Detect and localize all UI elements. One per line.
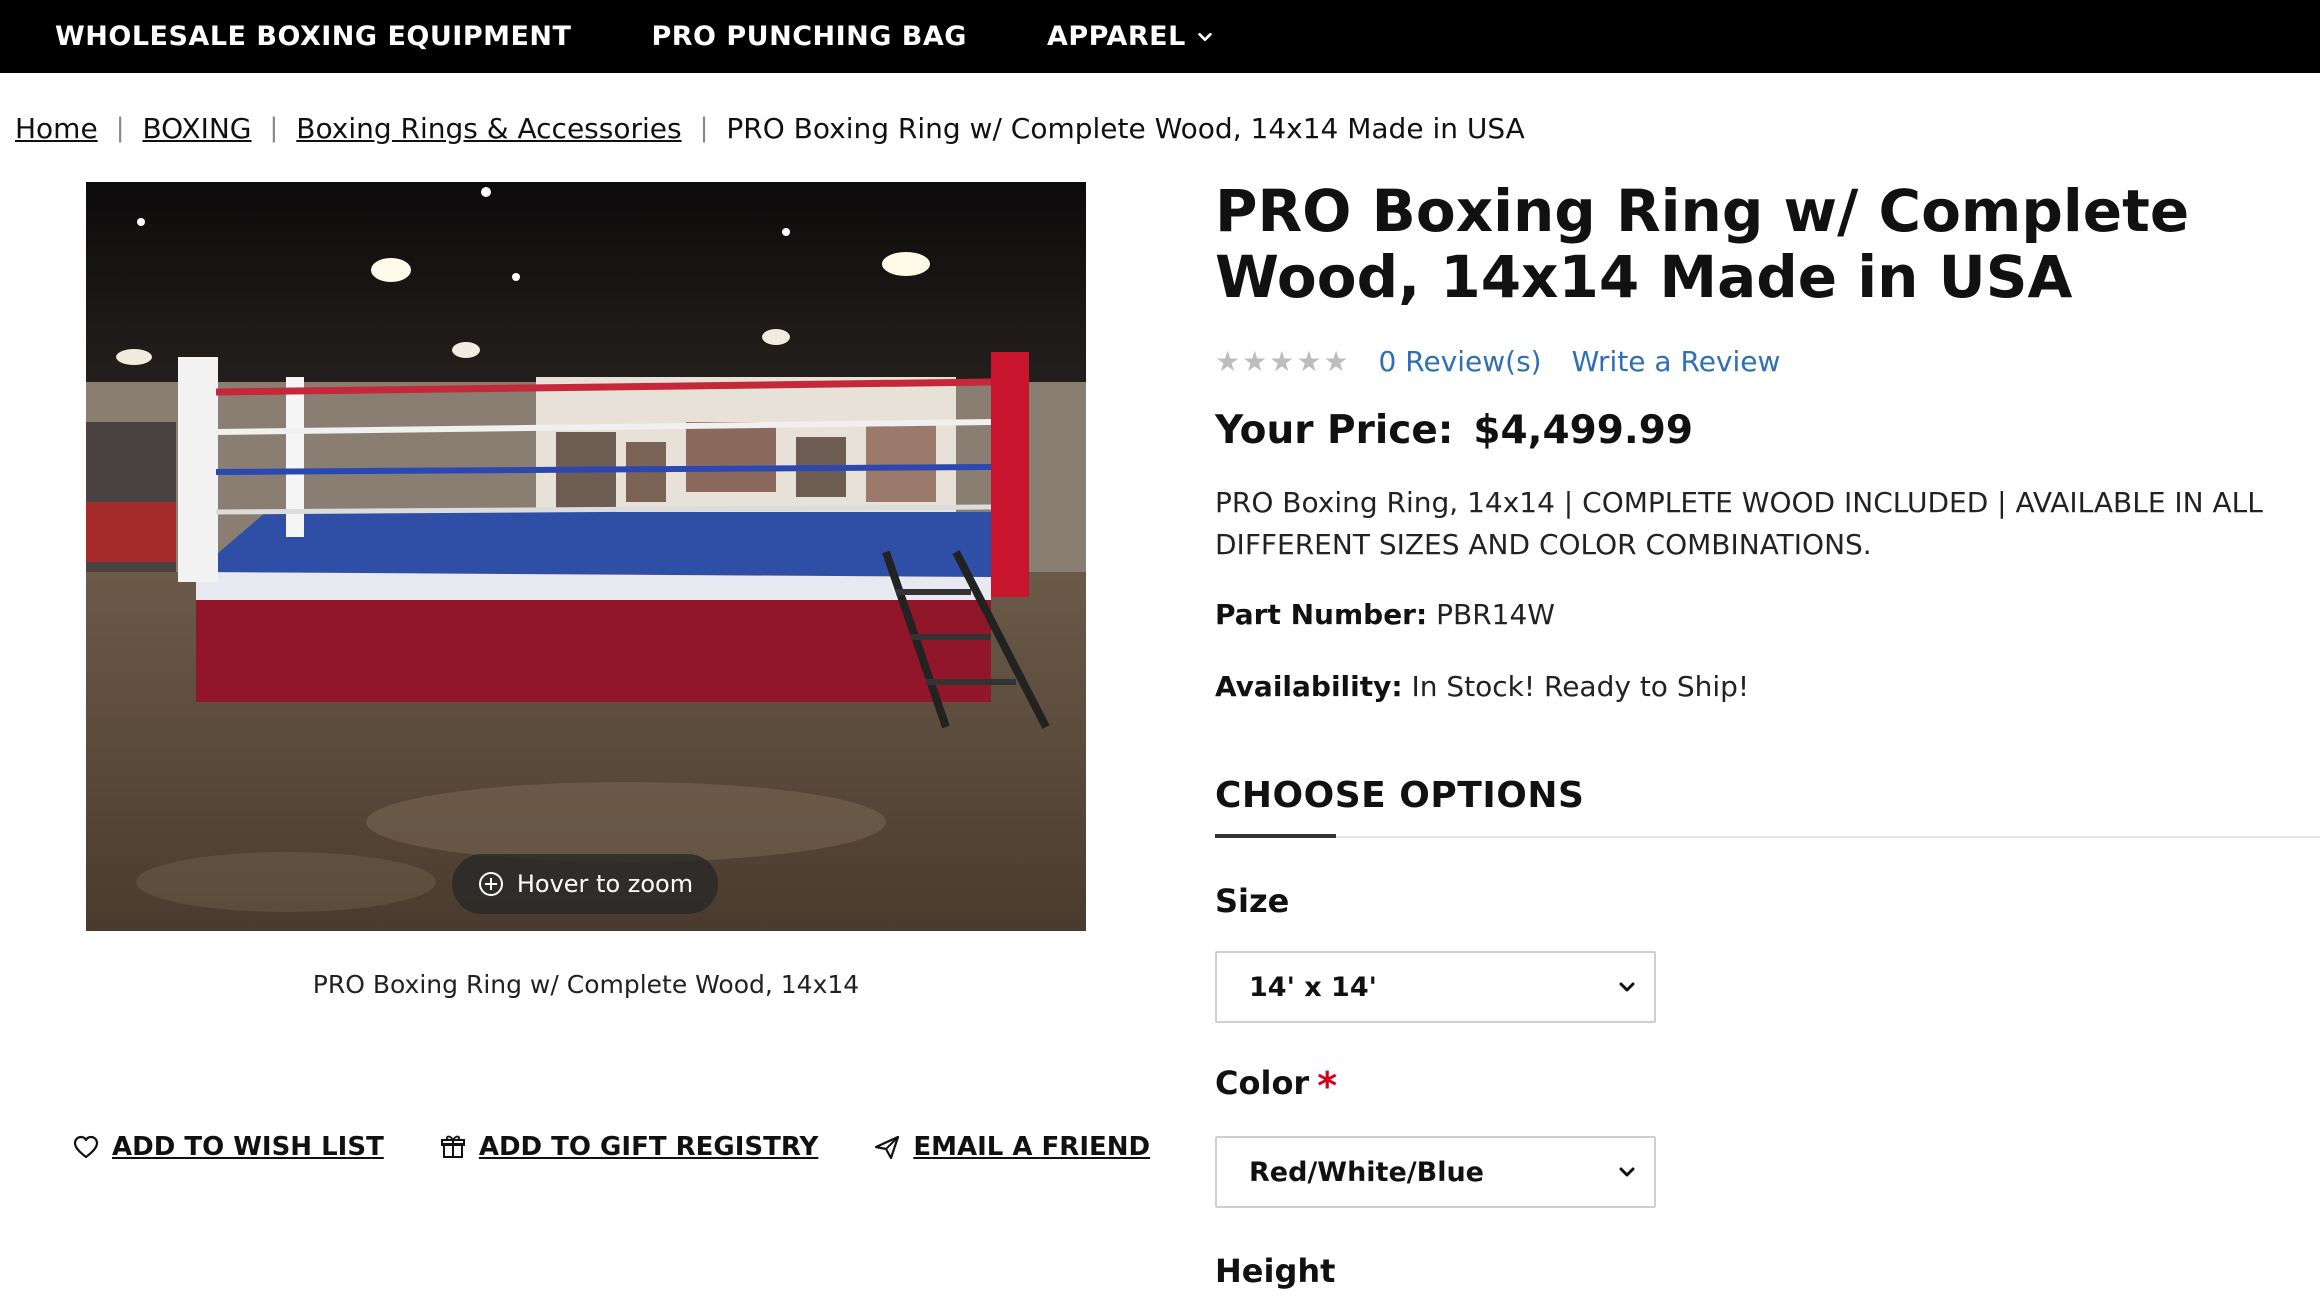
star-icon: ★ [1296,344,1322,378]
color-select-value: Red/White/Blue [1249,1156,1484,1188]
breadcrumb-separator: | [699,113,709,143]
product-image[interactable] [86,182,1086,931]
availability-label: Availability: [1215,670,1403,703]
size-label: Size [1215,882,1290,920]
color-select[interactable]: Red/White/Blue [1215,1136,1656,1208]
size-select-value: 14' x 14' [1249,971,1377,1003]
top-nav: WHOLESALE BOXING EQUIPMENT PRO PUNCHING … [0,0,2320,73]
gift-icon [440,1135,465,1158]
nav-wholesale-boxing-equipment[interactable]: WHOLESALE BOXING EQUIPMENT [55,21,571,52]
star-icon: ★ [1215,344,1241,378]
nav-apparel-label: APPAREL [1046,21,1186,52]
product-actions: ADD TO WISH LIST ADD TO GIFT REGISTRY EM… [72,1132,1150,1162]
required-marker: * [1317,1064,1338,1108]
availability-value: In Stock! Ready to Ship! [1411,670,1750,703]
breadcrumb-boxing-rings[interactable]: Boxing Rings & Accessories [296,112,681,145]
color-label: Color * [1215,1064,1337,1108]
breadcrumb-separator: | [269,113,279,143]
chevron-down-icon [1198,32,1212,41]
breadcrumb-current: PRO Boxing Ring w/ Complete Wood, 14x14 … [726,111,1525,145]
star-icon: ★ [1242,344,1268,378]
chevron-down-icon [1619,982,1635,992]
gift-registry-label: ADD TO GIFT REGISTRY [478,1132,819,1162]
size-select[interactable]: 14' x 14' [1215,951,1656,1023]
price-value: $4,499.99 [1473,408,1693,453]
options-divider-accent [1215,834,1336,838]
boxing-ring-photo [86,182,1086,931]
part-number-value: PBR14W [1436,598,1555,631]
write-review-link[interactable]: Write a Review [1572,345,1781,378]
color-label-text: Color [1215,1064,1310,1102]
availability: Availability: In Stock! Ready to Ship! [1215,670,1749,703]
product-price: Your Price: $4,499.99 [1215,408,1693,453]
email-friend-label: EMAIL A FRIEND [913,1132,1151,1162]
options-divider [1215,836,2320,838]
add-to-wish-list-button[interactable]: ADD TO WISH LIST [72,1132,384,1162]
price-label: Your Price: [1215,408,1454,453]
breadcrumb: Home | BOXING | Boxing Rings & Accessori… [15,108,1525,148]
star-icon: ★ [1323,344,1349,378]
product-title: PRO Boxing Ring w/ Complete Wood, 14x14 … [1215,177,2190,311]
part-number: Part Number: PBR14W [1215,598,1555,631]
breadcrumb-home[interactable]: Home [15,112,98,145]
hover-to-zoom-hint: Hover to zoom [452,854,718,914]
zoom-hint-label: Hover to zoom [516,870,694,898]
choose-options-heading: CHOOSE OPTIONS [1215,775,1585,816]
nav-pro-punching-bag[interactable]: PRO PUNCHING BAG [651,21,967,52]
product-rating: ★ ★ ★ ★ ★ 0 Review(s) Write a Review [1215,345,1780,378]
add-to-gift-registry-button[interactable]: ADD TO GIFT REGISTRY [439,1132,818,1162]
product-description: PRO Boxing Ring, 14x14 | COMPLETE WOOD I… [1215,486,2263,561]
nav-apparel[interactable]: APPAREL [1047,21,1214,52]
image-caption: PRO Boxing Ring w/ Complete Wood, 14x14 [312,970,860,999]
breadcrumb-boxing[interactable]: BOXING [142,112,251,145]
rating-stars: ★ ★ ★ ★ ★ [1215,344,1349,378]
heart-icon [73,1135,99,1159]
chevron-down-icon [1619,1167,1635,1177]
zoom-plus-icon [478,872,503,896]
paper-plane-icon [875,1135,900,1160]
star-icon: ★ [1269,344,1295,378]
email-a-friend-button[interactable]: EMAIL A FRIEND [873,1132,1150,1162]
part-number-label: Part Number: [1215,598,1428,631]
breadcrumb-separator: | [115,113,125,143]
wish-list-label: ADD TO WISH LIST [112,1132,384,1162]
height-label: Height [1215,1252,1336,1290]
reviews-link[interactable]: 0 Review(s) [1379,345,1542,378]
